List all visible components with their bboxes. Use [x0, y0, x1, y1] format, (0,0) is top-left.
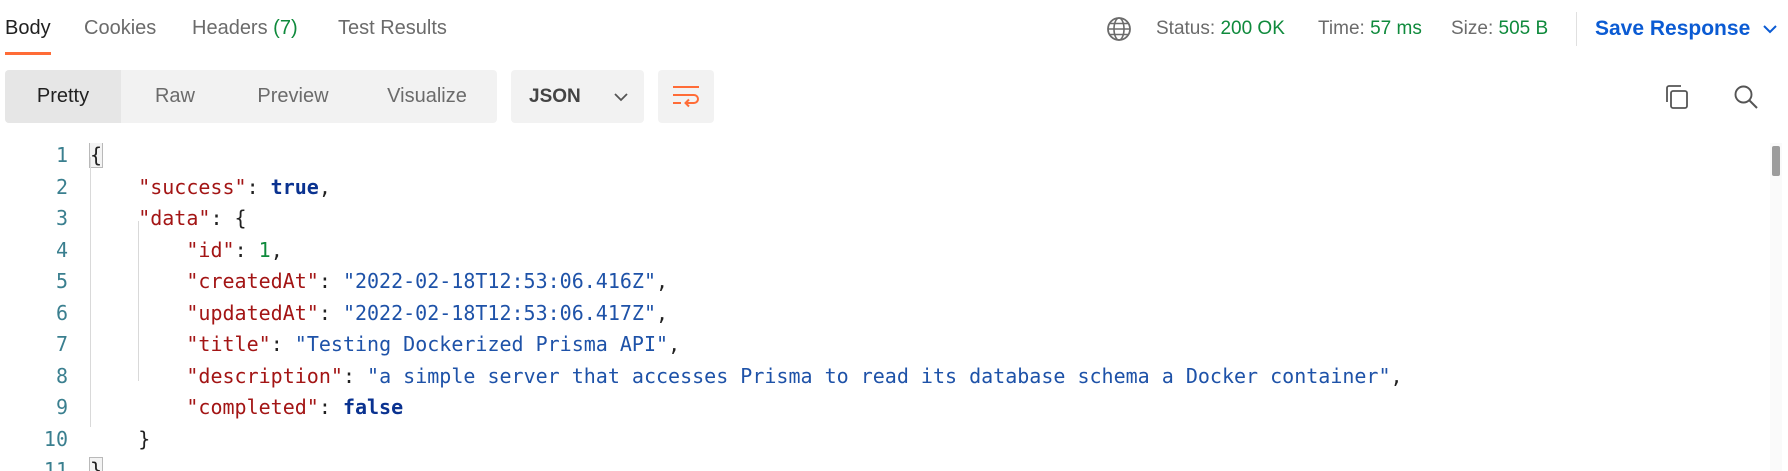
- code-token: "id": [186, 237, 235, 262]
- line-number: 7: [55, 332, 68, 356]
- code-token: "createdAt": [186, 269, 319, 293]
- line-number: 5: [55, 269, 68, 293]
- tab-cookies-label: Cookies: [84, 17, 157, 39]
- status-readout[interactable]: Status: 200 OK: [1156, 15, 1285, 43]
- line-number: 1: [55, 143, 68, 167]
- code-token: ,: [318, 174, 331, 199]
- tab-test-results-label: Test Results: [338, 17, 447, 39]
- code-token: :: [246, 174, 271, 199]
- code-line-content: }: [138, 424, 150, 456]
- code-token: "completed": [186, 395, 319, 419]
- response-body-code-view[interactable]: 1 {2 "success": true, 3 "data": { 4 "id": 1, 5 "…: [0, 143, 1770, 471]
- tab-headers[interactable]: Headers (7): [192, 14, 298, 54]
- line-number: 6: [55, 300, 68, 325]
- tab-headers-label: Headers: [192, 17, 268, 39]
- code-line-content: "description": "a simple server that acc…: [186, 361, 1402, 393]
- code-line-content: "updatedAt": "2022-02-18T12:53:06.417Z",: [186, 298, 668, 330]
- format-dropdown[interactable]: JSON: [511, 70, 644, 123]
- format-dropdown-value: JSON: [529, 86, 581, 107]
- code-token: ,: [270, 237, 283, 262]
- code-token: :: [318, 395, 343, 419]
- size-value: 505 B: [1498, 18, 1549, 39]
- line-number: 10: [43, 426, 68, 451]
- wrap-lines-icon: [673, 86, 699, 108]
- code-token: "updatedAt": [186, 300, 319, 325]
- tab-cookies[interactable]: Cookies: [84, 14, 156, 54]
- code-token: :: [342, 363, 368, 388]
- tab-body[interactable]: Body: [5, 14, 51, 55]
- code-token: ,: [656, 300, 669, 325]
- code-line-content: "id": 1,: [186, 235, 282, 267]
- code-scrollbar[interactable]: [1770, 143, 1782, 471]
- code-line-content: "success": true,: [138, 172, 331, 204]
- code-token: : {: [210, 206, 247, 230]
- save-response-button[interactable]: Save Response: [1595, 14, 1750, 44]
- code-line-content: "title": "Testing Dockerized Prisma API"…: [186, 329, 680, 361]
- code-token: "success": [138, 174, 247, 199]
- view-raw-button[interactable]: Raw: [121, 70, 229, 123]
- chevron-down-icon[interactable]: [1760, 19, 1780, 39]
- code-token: 1: [258, 237, 271, 262]
- tab-test-results[interactable]: Test Results: [338, 14, 447, 54]
- code-token: "Testing Dockerized Prisma API": [294, 332, 669, 356]
- code-token: :: [234, 237, 259, 262]
- status-value: 200 OK: [1220, 18, 1285, 39]
- view-mode-selector: Pretty Raw Preview Visualize: [5, 70, 497, 123]
- time-readout[interactable]: Time: 57 ms: [1318, 15, 1422, 43]
- code-line-content: "createdAt": "2022-02-18T12:53:06.416Z",: [186, 266, 668, 298]
- view-pretty-button[interactable]: Pretty: [5, 70, 121, 123]
- code-line-content: }: [88, 455, 104, 471]
- time-label: Time:: [1318, 18, 1365, 39]
- headers-count-badge: (7): [273, 17, 298, 39]
- line-number: 11: [43, 458, 68, 471]
- code-token: }: [138, 426, 151, 451]
- code-token: "data": [138, 206, 211, 230]
- size-label: Size:: [1451, 18, 1494, 39]
- toolbar-divider: [1576, 12, 1577, 46]
- code-token: :: [318, 269, 343, 293]
- indent-guide: [90, 157, 91, 427]
- code-token: :: [270, 332, 295, 356]
- code-token: }: [88, 457, 104, 471]
- line-number: 4: [55, 237, 68, 262]
- code-token: "description": [186, 363, 343, 388]
- code-token: "a simple server that accesses Prisma to…: [367, 363, 1391, 388]
- code-token: :: [318, 300, 343, 325]
- code-line-content: {: [88, 143, 104, 172]
- tab-body-label: Body: [5, 17, 51, 39]
- status-label: Status:: [1156, 18, 1216, 39]
- code-token: "2022-02-18T12:53:06.417Z": [342, 300, 657, 325]
- code-token: ,: [1390, 363, 1403, 388]
- code-token: false: [342, 395, 404, 419]
- indent-guide: [138, 221, 140, 381]
- line-number: 3: [55, 206, 68, 230]
- code-line-content: "completed": false: [186, 392, 403, 424]
- code-token: ,: [668, 332, 681, 356]
- code-line-content: "data": {: [138, 203, 246, 235]
- code-token: ,: [656, 269, 669, 293]
- view-visualize-button[interactable]: Visualize: [357, 70, 497, 123]
- code-token: "2022-02-18T12:53:06.416Z": [342, 269, 657, 293]
- response-tabs-bar: Body Cookies Headers (7) Test Results St…: [0, 0, 1788, 56]
- code-token: {: [88, 143, 104, 168]
- code-token: true: [270, 174, 319, 199]
- wrap-lines-button[interactable]: [658, 70, 714, 123]
- time-value: 57 ms: [1370, 18, 1422, 39]
- copy-icon[interactable]: [1662, 82, 1692, 112]
- size-readout[interactable]: Size: 505 B: [1451, 15, 1548, 43]
- search-icon[interactable]: [1731, 82, 1761, 112]
- code-scrollbar-thumb[interactable]: [1772, 146, 1780, 176]
- globe-icon[interactable]: [1106, 16, 1132, 42]
- chevron-down-icon: [614, 93, 628, 102]
- line-number: 8: [55, 363, 68, 388]
- line-number: 2: [55, 174, 68, 199]
- line-number: 9: [55, 395, 68, 419]
- code-token: "title": [186, 332, 271, 356]
- view-preview-button[interactable]: Preview: [229, 70, 357, 123]
